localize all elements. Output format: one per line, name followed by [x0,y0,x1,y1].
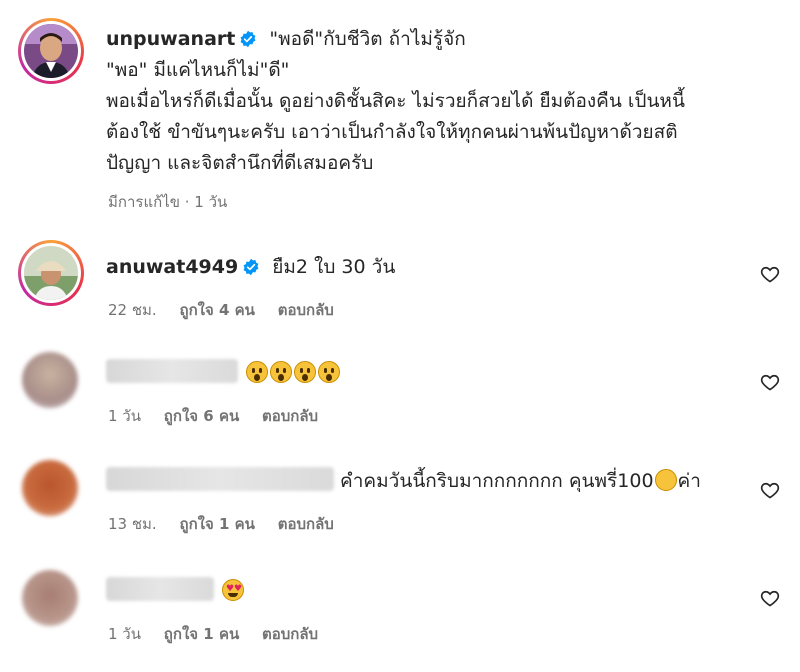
post-author-avatar[interactable] [18,18,84,84]
comment-meta: 1 วัน ถูกใจ 6 คน ตอบกลับ [108,404,336,428]
comment-meta: 13 ชม. ถูกใจ 1 คน ตอบกลับ [108,512,352,536]
comment-emoji [246,361,342,384]
comment-text: คำคมวันนี้กริบมากกกกกกก คุนพรี่100 [340,470,654,492]
verified-badge-icon [243,258,259,276]
caption-line-4: ต้องใช้ ขำขันๆนะครับ เอาว่าเป็นกำลังใจให… [106,121,678,143]
comment-item: ♥ ♥ 1 วัน ถูกใจ 1 คน ตอบกลับ [0,566,800,656]
comment-text-end: ค่า [677,470,701,492]
commenter-username[interactable] [106,359,238,383]
commenter-avatar[interactable] [22,460,78,516]
heart-outline-icon[interactable] [760,480,780,500]
comment-time: 1 วัน [108,625,141,643]
caption-meta: มีการแก้ไข · 1 วัน [108,193,228,211]
caption-line-5: ปัญญา และจิตสำนึกที่ดีเสมอครับ [106,152,374,174]
comment-time: 22 ชม. [108,301,157,319]
commenter-username[interactable]: anuwat4949 [106,256,238,278]
astonished-face-icon [318,361,341,383]
commenter-avatar[interactable] [18,240,84,306]
comment-time: 13 ชม. [108,515,157,533]
astonished-face-icon [294,361,317,383]
clapping-hands-icon [654,469,677,491]
heart-eyes-face-icon: ♥ ♥ [222,579,245,601]
comment-meta: 1 วัน ถูกใจ 1 คน ตอบกลับ [108,622,336,646]
astonished-face-icon [246,361,269,383]
heart-outline-icon[interactable] [760,372,780,392]
commenter-avatar[interactable] [22,570,78,626]
comment-likes-link[interactable]: ถูกใจ 4 คน [179,301,254,319]
caption-line-2: "พอ" มีแค่ไหนก็ไม่"ดี" [106,59,290,81]
heart-outline-icon[interactable] [760,588,780,608]
comment-time: 1 วัน [108,407,141,425]
reply-button[interactable]: ตอบกลับ [278,515,334,533]
astonished-face-icon [270,361,293,383]
commenter-username[interactable] [106,577,214,601]
commenter-avatar[interactable] [22,352,78,408]
comment-likes-link[interactable]: ถูกใจ 1 คน [164,625,239,643]
comment-text: ยืม2 ใบ 30 วัน [272,256,396,278]
reply-button[interactable]: ตอบกลับ [262,625,318,643]
reply-button[interactable]: ตอบกลับ [262,407,318,425]
comment-likes-link[interactable]: ถูกใจ 1 คน [179,515,254,533]
verified-badge-icon [240,30,256,48]
heart-outline-icon[interactable] [760,264,780,284]
reply-button[interactable]: ตอบกลับ [278,301,334,319]
comment-item: คำคมวันนี้กริบมากกกกกกก คุนพรี่100 ค่า 13… [0,456,800,546]
comment-meta: 22 ชม. ถูกใจ 4 คน ตอบกลับ [108,298,352,322]
comment-item: 1 วัน ถูกใจ 6 คน ตอบกลับ [0,348,800,438]
commenter-username[interactable] [106,467,334,491]
caption-line-1: "พอดี"กับชีวิต ถ้าไม่รู้จัก [269,28,466,50]
comment-item: anuwat4949 ยืม2 ใบ 30 วัน 22 ชม. ถูกใจ 4… [0,240,800,330]
comment-likes-link[interactable]: ถูกใจ 6 คน [164,407,239,425]
post-caption: unpuwanart "พอดี"กับชีวิต ถ้าไม่รู้จัก "… [0,0,800,211]
post-author-username[interactable]: unpuwanart [106,28,235,50]
caption-line-3: พอเมื่อไหร่ก็ดีเมื่อนั้น ดูอย่างดิชั้นสิ… [106,90,685,112]
